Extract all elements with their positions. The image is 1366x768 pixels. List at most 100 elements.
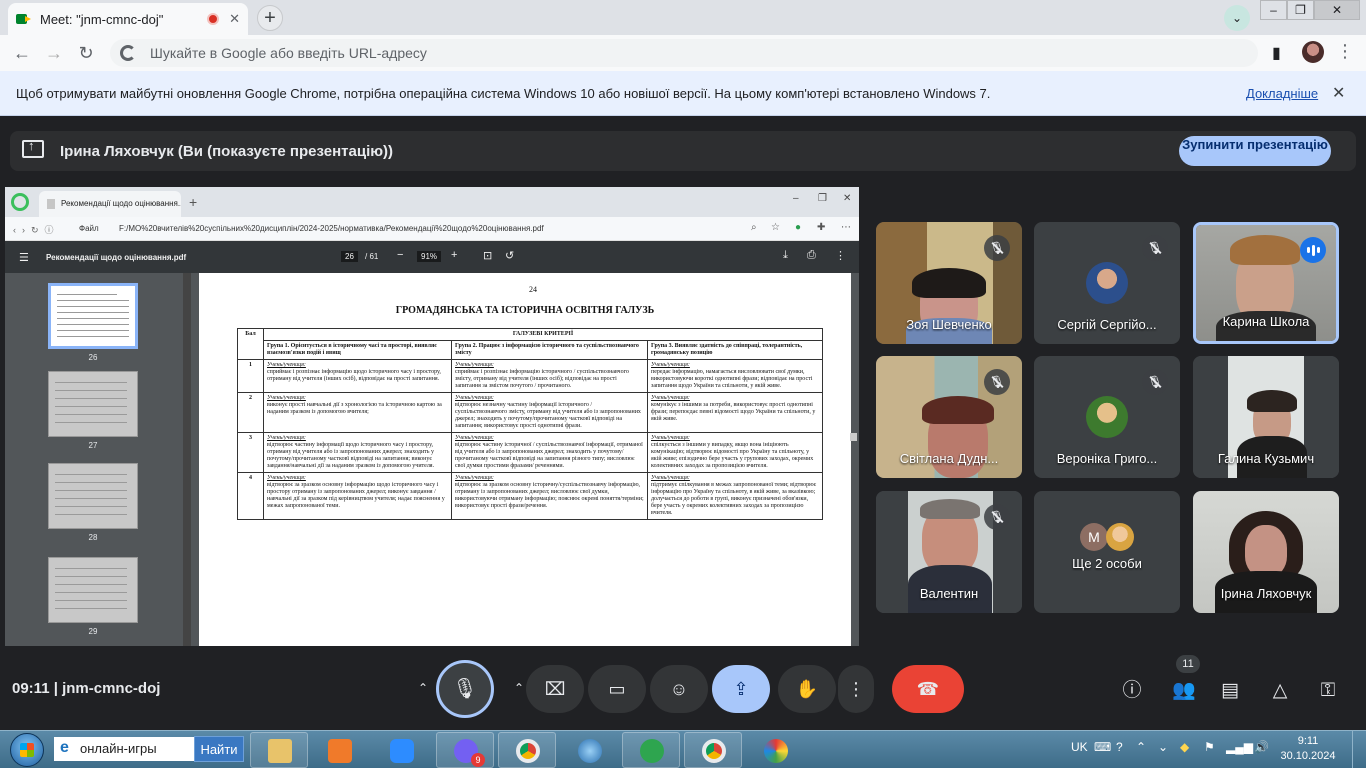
group3-header: Група 3. Виявляє здатність до співпраці,… (647, 340, 823, 360)
browser-menu-icon[interactable]: ⋮ (1336, 41, 1354, 62)
update-infobar: Щоб отримувати майбутні оновлення Google… (0, 71, 1366, 116)
new-tab-button[interactable]: + (257, 5, 283, 31)
tab-close-button[interactable]: ✕ (229, 11, 240, 27)
student-label: Учень/учениця: (455, 395, 494, 401)
omnibox[interactable]: Шукайте в Google або введіть URL-адресу (110, 39, 1258, 67)
window-minimize-button[interactable]: – (1260, 0, 1287, 20)
pdf-zoom-out-icon: − (397, 249, 404, 261)
video-options-chevron-icon[interactable]: ⌃ (514, 681, 524, 695)
participant-name: Валентин (919, 586, 979, 601)
taskbar-search-button[interactable]: Найти (194, 736, 244, 762)
tray-hide-icon[interactable]: ⌃ (1136, 740, 1146, 754)
host-controls-icon[interactable]: ⚿ (1314, 677, 1342, 705)
audio-options-chevron-icon[interactable]: ⌃ (418, 681, 428, 695)
taskbar-media-player[interactable] (310, 732, 368, 768)
window-close-button[interactable]: ✕ (1314, 0, 1360, 20)
tray-app-icon[interactable]: ◆ (1180, 740, 1189, 754)
microphone-toggle-button[interactable]: 🎙 (436, 660, 494, 718)
pdf-rotate-icon: ↺ (505, 250, 515, 262)
taskbar-paint[interactable] (746, 732, 804, 768)
participant-tile-speaking[interactable]: Карина Школа (1193, 222, 1339, 344)
tray-keyboard-icon[interactable]: ⌨ (1094, 740, 1111, 754)
captions-button[interactable]: ▭ (588, 665, 646, 713)
participant-tile[interactable]: 🎙 Валентин (876, 491, 1022, 613)
overflow-avatar-letter: M (1080, 523, 1108, 551)
people-icon[interactable]: 👥 (1170, 677, 1198, 705)
participant-tile[interactable]: 🎙 Світлана Дудн... (876, 356, 1022, 478)
pdf-download-icon: ⤓ (783, 249, 788, 261)
pdf-page: 24 ГРОМАДЯНСЬКА ТА ІСТОРИЧНА ОСВІТНЯ ГАЛ… (199, 273, 851, 646)
show-desktop-button[interactable] (1352, 731, 1366, 768)
tray-signal-icon[interactable]: ▂▄▆ (1226, 740, 1253, 754)
back-arrow-icon[interactable]: ← (10, 41, 34, 65)
pdf-page-total: / 61 (365, 252, 379, 261)
forward-arrow-icon[interactable]: → (42, 41, 66, 65)
taskbar-search-input[interactable]: e онлайн-игры (54, 737, 194, 761)
taskbar-app[interactable] (560, 732, 618, 768)
camera-off-button[interactable]: ⌧ (526, 665, 584, 713)
taskbar-clock[interactable]: 9:11 30.10.2024 (1276, 734, 1340, 764)
participant-tile[interactable]: Галина Кузьмич (1193, 356, 1339, 478)
meeting-info-icon[interactable]: ⓘ (1118, 677, 1146, 705)
tab-search-button[interactable]: ⌄ (1224, 5, 1250, 31)
folder-icon (268, 739, 292, 763)
reactions-button[interactable]: ☺ (650, 665, 708, 713)
student-label: Учень/учениця: (651, 395, 690, 401)
tray-help-icon[interactable]: ? (1116, 740, 1123, 754)
meet-icon (16, 11, 32, 27)
speaking-indicator-icon (1300, 237, 1326, 263)
table-row: 1 Учень/учениця: сприймає і розпізнає інф… (237, 359, 823, 393)
row-score: 2 (237, 392, 264, 433)
taskbar-chrome-2[interactable] (684, 732, 742, 768)
end-call-button[interactable]: ☎ (892, 665, 964, 713)
row-cell: виконує прості навчальні дії з хронологі… (267, 402, 442, 415)
start-button[interactable] (4, 731, 48, 768)
profile-avatar[interactable] (1302, 41, 1324, 63)
mic-off-icon: 🎙 (984, 504, 1010, 530)
taskbar-edge[interactable] (622, 732, 680, 768)
participant-name: Ще 2 особи (1072, 556, 1142, 571)
side-panel-icon[interactable]: ▮ (1272, 43, 1281, 63)
participant-tile-overflow[interactable]: M Ще 2 особи (1034, 491, 1180, 613)
tab-title: Meet: "jnm-cmnc-doj" (40, 11, 164, 27)
taskbar-explorer[interactable] (250, 732, 308, 768)
pdf-toolbar: ☰ Рекомендації щодо оцінювання.pdf 26 / … (5, 241, 859, 273)
table-row: 3 Учень/учениця: відтворює частину інформ… (237, 432, 823, 473)
tray-minimize-icon[interactable]: ⌄ (1158, 740, 1168, 754)
pdf-scroll-thumb (850, 433, 857, 441)
browser-tabstrip: Meet: "jnm-cmnc-doj" ✕ + ⌄ – ❐ ✕ (0, 0, 1366, 35)
stop-presenting-button[interactable]: Зупинити презентацію (1179, 136, 1331, 166)
meet-tab[interactable]: Meet: "jnm-cmnc-doj" ✕ (8, 3, 248, 35)
infobar-close-button[interactable]: ✕ (1332, 83, 1345, 103)
taskbar-zoom[interactable] (372, 732, 430, 768)
edge-browser-icon (11, 193, 29, 211)
participant-tile[interactable]: 🎙 Зоя Шевченко (876, 222, 1022, 344)
tray-flag-icon[interactable]: ⚑ (1204, 740, 1215, 754)
row-cell: сприймає і розпізнає інформацію щодо іст… (267, 369, 441, 382)
participant-tile-self[interactable]: Ірина Ляховчук (1193, 491, 1339, 613)
window-maximize-button[interactable]: ❐ (1287, 0, 1314, 20)
raise-hand-button[interactable]: ✋ (778, 665, 836, 713)
activities-icon[interactable]: △ (1266, 677, 1294, 705)
table-row: 2 Учень/учениця: виконує прості навчальні… (237, 392, 823, 433)
row-cell: відтворює за зразком основну інформацію … (267, 482, 445, 509)
reload-icon[interactable]: ↻ (74, 41, 98, 65)
pdf-sidebar-scrollbar (183, 273, 191, 646)
present-screen-button[interactable]: ⇪ (712, 665, 770, 713)
tray-volume-icon[interactable]: 🔊 (1254, 740, 1269, 754)
infobar-learn-more-link[interactable]: Докладніше (1246, 86, 1318, 101)
taskbar-chrome[interactable] (498, 732, 556, 768)
participant-face-front (1245, 525, 1287, 577)
shared-address-bar: ‹›↻ⓘ Файл F:/МО%20вчителів%20суспільних%… (5, 217, 859, 241)
shared-search-icon: ⌕ (751, 222, 757, 233)
participant-tile[interactable]: 🎙 Сергій Сергійо... (1034, 222, 1180, 344)
participant-tile[interactable]: 🎙 Вероніка Григо... (1034, 356, 1180, 478)
pdf-page-current: 26 (341, 251, 358, 262)
chat-icon[interactable]: ▤ (1216, 677, 1244, 705)
meeting-time-and-code: 09:11 | jnm-cmnc-doj (12, 680, 161, 697)
taskbar-viber[interactable]: 9 (436, 732, 494, 768)
language-indicator[interactable]: UK (1071, 740, 1088, 754)
student-label: Учень/учениця: (267, 395, 306, 401)
more-options-button[interactable]: ⋮ (838, 665, 874, 713)
participant-name: Вероніка Григо... (1056, 451, 1158, 466)
